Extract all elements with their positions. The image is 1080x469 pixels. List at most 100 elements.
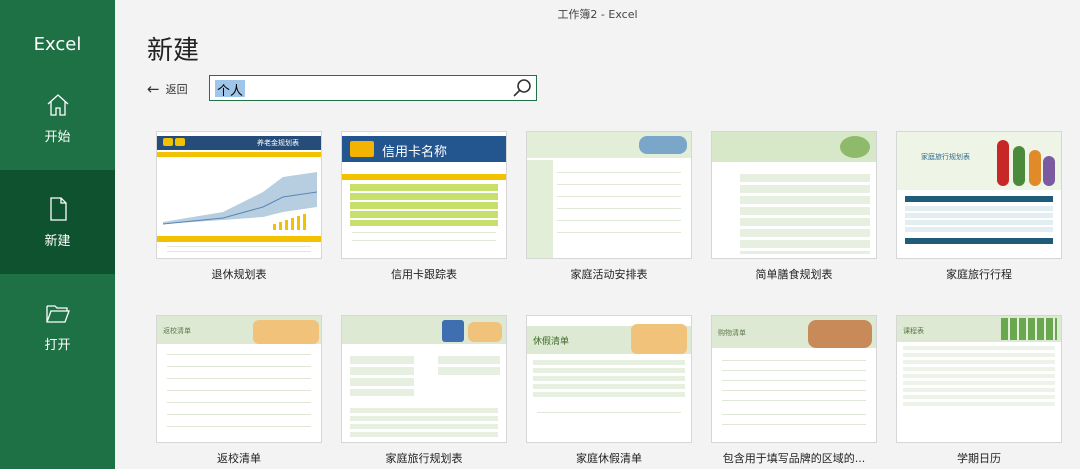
- thumb-row: [167, 251, 311, 252]
- thumb-row: [167, 390, 311, 391]
- new-document-icon: [49, 196, 67, 221]
- thumb-title: 养老金规划表: [257, 139, 299, 147]
- backstage-rail: Excel 开始 新建 打开: [0, 0, 115, 469]
- template-card-semester-calendar[interactable]: 课程表 学期日历: [896, 315, 1062, 466]
- thumb-table: [740, 174, 870, 254]
- template-label: 家庭旅行行程: [946, 268, 1012, 281]
- window-title: 工作簿2 - Excel: [557, 8, 638, 21]
- thumb-row: [167, 354, 311, 355]
- nav-new[interactable]: 新建: [0, 170, 115, 274]
- template-card-credit-card[interactable]: 信用卡名称 信用卡跟踪表: [341, 131, 507, 282]
- template-thumbnail: 购物清单: [711, 315, 877, 443]
- thumb-row: [722, 390, 866, 391]
- thumb-side-band: [527, 160, 553, 258]
- thumb-yellow-band: [157, 152, 321, 157]
- template-label: 返校清单: [217, 452, 261, 465]
- lockers-illustration: [1001, 318, 1057, 340]
- nav-open[interactable]: 打开: [0, 274, 115, 378]
- coin-icon: [175, 138, 185, 146]
- app-brand: Excel: [33, 34, 82, 55]
- template-label: 家庭旅行规划表: [385, 452, 463, 465]
- person-illustration: [997, 140, 1009, 186]
- family-illustration: [468, 322, 502, 342]
- thumb-row: [557, 172, 681, 173]
- thumb-table: [533, 360, 685, 400]
- thumb-row: [167, 402, 311, 403]
- template-card-shopping-list[interactable]: 购物清单 包含用于填写品牌的区域的...: [711, 315, 877, 466]
- template-card-family-trip[interactable]: 家庭旅行规划表 家庭旅行行程: [896, 131, 1062, 282]
- template-label: 家庭活动安排表: [570, 268, 648, 281]
- nav-home[interactable]: 开始: [0, 66, 115, 170]
- thumb-yellow-band: [157, 236, 321, 242]
- thumb-yellow-band: [342, 174, 506, 180]
- template-card-family-activity[interactable]: 家庭活动安排表: [526, 131, 692, 282]
- credit-card-icon: [350, 141, 374, 157]
- template-thumbnail: [526, 131, 692, 259]
- person-illustration: [1043, 156, 1055, 186]
- thumb-area-chart: [163, 172, 317, 230]
- thumb-table: [350, 408, 498, 438]
- template-label: 家庭休假清单: [576, 452, 642, 465]
- back-link[interactable]: ← 返回: [147, 80, 188, 98]
- arrow-left-icon: ←: [147, 80, 160, 98]
- template-thumbnail: [711, 131, 877, 259]
- template-thumbnail: 信用卡名称: [341, 131, 507, 259]
- template-label: 包含用于填写品牌的区域的...: [722, 452, 866, 465]
- thumb-row: [557, 232, 681, 233]
- coin-icon: [163, 138, 173, 146]
- thumb-table-header: [905, 196, 1053, 202]
- thumb-row: [557, 220, 681, 221]
- template-card-retirement[interactable]: 养老金规划表 退休规划表: [156, 131, 322, 282]
- thumb-title: 休假清单: [533, 337, 570, 347]
- thumb-title: 返校清单: [163, 327, 191, 335]
- thumb-row: [722, 414, 866, 415]
- nav-open-label: 打开: [44, 337, 71, 353]
- thumb-row: [557, 208, 681, 209]
- template-card-back-to-school[interactable]: 返校清单 返校清单: [156, 315, 322, 466]
- food-illustration: [840, 136, 870, 158]
- thumb-table: [903, 346, 1055, 406]
- thumb-row: [167, 426, 311, 427]
- thumb-form: [350, 356, 414, 396]
- home-icon: [47, 93, 68, 116]
- template-thumbnail: 休假清单: [526, 315, 692, 443]
- template-card-meal-plan[interactable]: 简单膳食规划表: [711, 131, 877, 282]
- search-button[interactable]: [510, 77, 534, 99]
- nav-new-label: 新建: [44, 233, 71, 249]
- thumb-row: [537, 412, 681, 413]
- search-icon: [513, 79, 531, 97]
- excel-backstage: 工作簿2 - Excel Excel 开始 新建 打开 新建 ← 返回 个人 养…: [0, 0, 1080, 469]
- thumb-row: [167, 414, 311, 415]
- search-input[interactable]: 个人: [217, 80, 243, 99]
- thumb-row: [722, 360, 866, 361]
- thumb-row: [167, 246, 311, 247]
- template-thumbnail: [341, 315, 507, 443]
- thumb-row: [722, 380, 866, 381]
- nav-home-label: 开始: [44, 129, 71, 145]
- thumb-row: [557, 184, 681, 185]
- person-illustration: [1013, 146, 1025, 186]
- template-thumbnail: 养老金规划表: [156, 131, 322, 259]
- page-title: 新建: [147, 36, 200, 66]
- thumb-table: [905, 206, 1053, 232]
- thumb-row: [722, 370, 866, 371]
- thumb-row: [167, 378, 311, 379]
- thumb-form: [438, 356, 500, 376]
- open-folder-icon: [45, 304, 70, 323]
- template-label: 简单膳食规划表: [755, 268, 833, 281]
- template-card-vacation-list[interactable]: 休假清单 家庭休假清单: [526, 315, 692, 466]
- thumb-row: [722, 424, 866, 425]
- person-illustration: [1029, 150, 1041, 186]
- thumb-row: [557, 196, 681, 197]
- thumb-row: [167, 366, 311, 367]
- template-thumbnail: 返校清单: [156, 315, 322, 443]
- thumb-title: 家庭旅行规划表: [921, 153, 970, 161]
- thumb-row: [722, 400, 866, 401]
- template-card-family-trip-planner[interactable]: 家庭旅行规划表: [341, 315, 507, 466]
- thumb-table: [350, 184, 498, 226]
- family-illustration: [631, 324, 687, 354]
- template-search-box[interactable]: 个人: [209, 75, 537, 101]
- template-label: 学期日历: [957, 452, 1001, 465]
- template-thumbnail: 课程表: [896, 315, 1062, 443]
- thumb-table-header: [905, 238, 1053, 244]
